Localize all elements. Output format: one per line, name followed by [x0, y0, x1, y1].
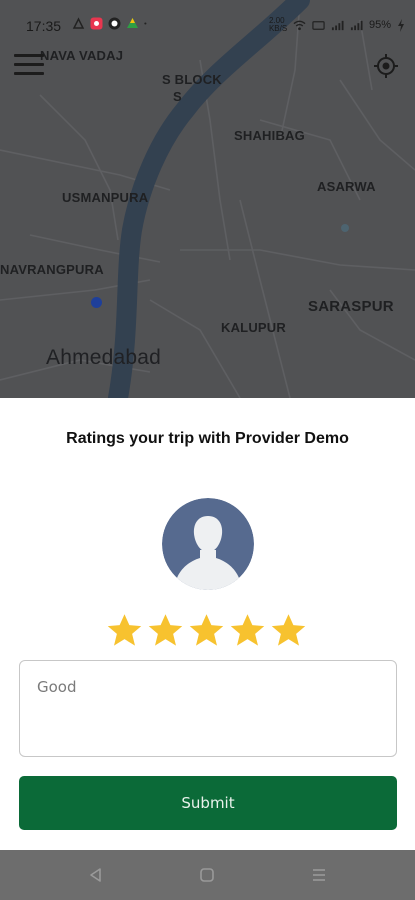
map-label-s-block-2: S: [173, 89, 182, 104]
map-label-nava-vadaj: NAVA VADAJ: [40, 48, 124, 63]
hamburger-line: [14, 63, 44, 66]
rating-stars[interactable]: [106, 613, 307, 648]
system-nav-bar: [0, 850, 415, 900]
app-notification-icon: [90, 17, 103, 30]
provider-avatar: [162, 498, 254, 590]
nav-back-button[interactable]: [76, 855, 116, 895]
submit-button[interactable]: Submit: [19, 776, 397, 830]
status-bar: 17:35 2.00 KB/S 95%: [0, 0, 415, 48]
charging-icon: [398, 18, 404, 32]
map-label-kalupur: KALUPUR: [221, 320, 286, 335]
star-icon[interactable]: [147, 613, 184, 648]
comment-input[interactable]: [19, 660, 397, 757]
drive-notification-icon: [127, 18, 138, 28]
gps-target-icon: [374, 54, 398, 78]
map-poi-marker: [341, 224, 349, 232]
signal-2-icon: [350, 20, 363, 30]
nav-recents-button[interactable]: [299, 855, 339, 895]
star-icon[interactable]: [270, 613, 307, 648]
back-triangle-icon: [90, 868, 101, 882]
rating-title: Ratings your trip with Provider Demo: [66, 430, 349, 447]
star-icon[interactable]: [106, 613, 143, 648]
star-icon[interactable]: [188, 613, 225, 648]
signal-1-icon: [331, 20, 344, 30]
hamburger-line: [14, 72, 44, 75]
notification-icons: [72, 17, 150, 30]
map-label-saraspur: SARASPUR: [308, 298, 394, 315]
more-notifications-dot-icon: [144, 22, 147, 25]
map-label-navrangpura: NAVRANGPURA: [0, 262, 104, 277]
network-speed: 2.00 KB/S: [268, 16, 288, 33]
wifi-icon: [293, 20, 306, 30]
nav-home-button[interactable]: [187, 855, 227, 895]
rating-sheet: Ratings your trip with Provider Demo Sub…: [0, 398, 415, 850]
recents-menu-icon: [313, 869, 326, 881]
home-square-icon: [200, 868, 215, 882]
record-notification-icon: [108, 17, 121, 30]
map-view[interactable]: NAVA VADAJ S BLOCK S SHAHIBAG USMANPURA …: [0, 0, 415, 398]
status-right-icons: 2.00 KB/S 95%: [269, 17, 405, 33]
star-icon[interactable]: [229, 613, 266, 648]
hamburger-menu-icon: [14, 54, 44, 57]
volte-icon: [312, 20, 325, 30]
map-label-usmanpura: USMANPURA: [62, 190, 149, 205]
sync-notification-icon: [72, 17, 85, 29]
status-time: 17:35: [26, 18, 62, 34]
menu-button[interactable]: [14, 54, 46, 80]
map-label-s-block: S BLOCK: [162, 72, 222, 87]
user-location-marker: [91, 297, 102, 308]
my-location-button[interactable]: [367, 47, 405, 85]
user-avatar-icon: [162, 498, 254, 590]
map-label-asarwa: ASARWA: [317, 179, 376, 194]
map-label-shahibag: SHAHIBAG: [234, 128, 305, 143]
map-label-city: Ahmedabad: [46, 346, 162, 369]
battery-percent: 95%: [368, 19, 391, 31]
